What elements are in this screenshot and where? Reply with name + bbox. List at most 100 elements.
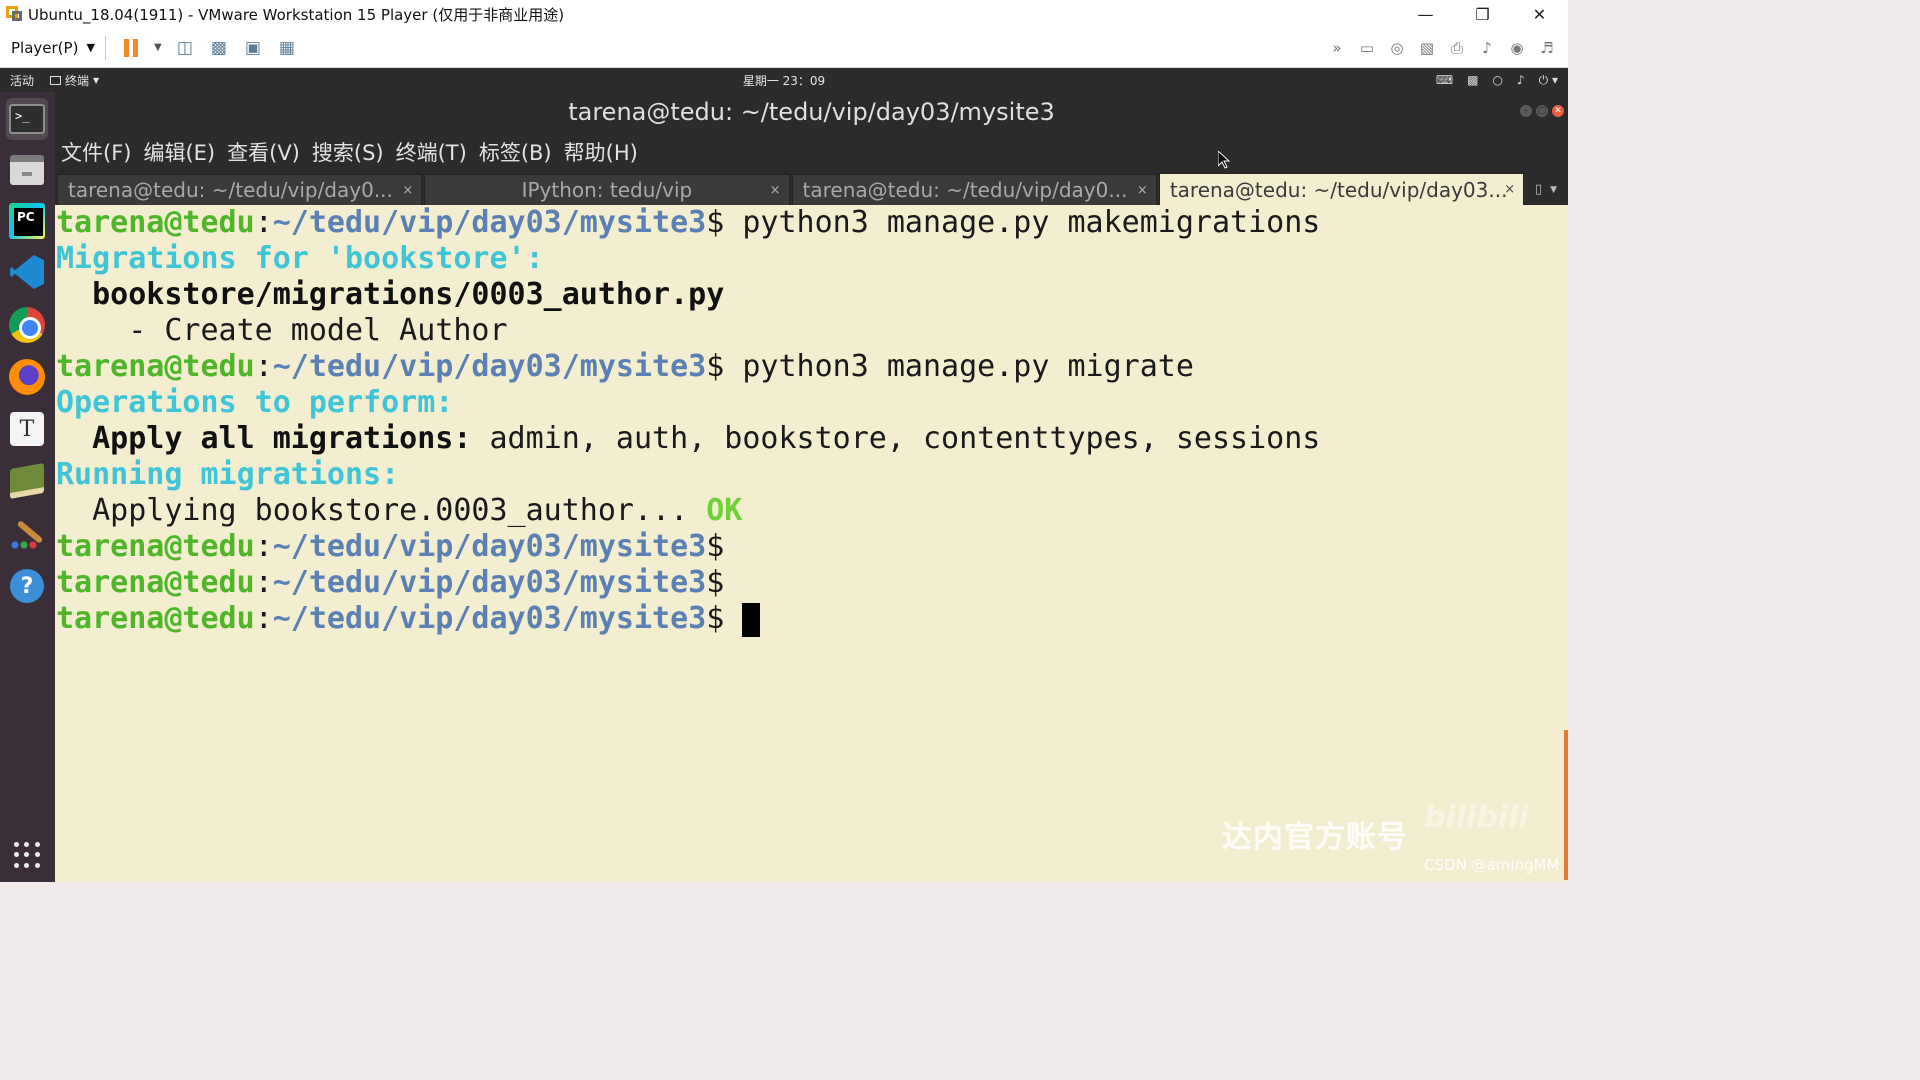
tab-terminal-3[interactable]: tarena@tedu: ~/tedu/vip/day0... × — [791, 174, 1157, 205]
pause-icon[interactable] — [118, 35, 144, 61]
menu-terminal[interactable]: 终端(T) — [396, 137, 467, 167]
dock-files[interactable] — [6, 149, 48, 191]
maximize-icon[interactable]: □ — [1536, 105, 1548, 117]
typora-icon: T — [10, 412, 44, 446]
command-text: python3 manage.py makemigrations — [724, 205, 1321, 240]
prompt-user: tarena@tedu — [56, 349, 255, 384]
close-tab-icon[interactable]: × — [1504, 182, 1515, 197]
close-tab-icon[interactable]: × — [402, 183, 413, 198]
apply-migrations-line: Apply all migrations: admin, auth, books… — [56, 421, 1320, 457]
player-menu-button[interactable]: Player(P) ▼ — [11, 39, 95, 57]
power-icon[interactable]: ⏻ ▾ — [1539, 73, 1558, 88]
dock-ebook[interactable] — [6, 460, 48, 502]
close-tab-icon[interactable]: × — [770, 183, 781, 198]
vmware-title-bar: Ubuntu_18.04(1911) - VMware Workstation … — [0, 0, 1568, 28]
input-method-icon[interactable]: ⌨ — [1436, 73, 1453, 87]
sound-card-icon[interactable]: ♪ — [1475, 35, 1499, 61]
terminal-line-prompt: tarena@tedu:~/tedu/vip/day03/mysite3$ — [56, 529, 724, 565]
vmware-toolbar: Player(P) ▼ ▼ ◫ ▩ ▣ ▦ » ▭ ◎ ▧ ⎙ ♪ ◉ ♬ — [0, 28, 1568, 68]
ubuntu-dock: >_ T ? — [0, 92, 55, 882]
unity-mode-icon[interactable]: ▦ — [274, 35, 300, 61]
prompt-separator: : — [254, 529, 273, 564]
csdn-credit: CSDN @amingMM — [1424, 856, 1560, 874]
hard-disk-icon[interactable]: ▭ — [1355, 35, 1379, 61]
dock-chrome[interactable] — [6, 304, 48, 346]
close-tab-icon[interactable]: × — [1137, 183, 1148, 198]
volume-icon[interactable]: ♪ — [1517, 73, 1525, 87]
close-icon[interactable]: ✕ — [1552, 105, 1564, 117]
keyboard-icon[interactable]: ▩ — [1467, 73, 1478, 87]
more-devices-icon[interactable]: » — [1325, 35, 1349, 61]
menu-file[interactable]: 文件(F) — [61, 137, 131, 167]
activities-button[interactable]: 活动 — [10, 72, 34, 89]
ubuntu-top-bar: 活动 终端 ▼ 星期一 23：09 ⌨ ▩ ○ ♪ ⏻ ▾ — [0, 68, 1568, 92]
printer-icon[interactable]: ⎙ — [1445, 35, 1469, 61]
migrations-header: Migrations for 'bookstore': — [56, 241, 544, 276]
tab-terminal-1[interactable]: tarena@tedu: ~/tedu/vip/day0... × — [57, 174, 423, 205]
vmware-logo-icon — [4, 4, 24, 24]
minimize-icon[interactable]: — — [1397, 0, 1454, 28]
cd-dvd-icon[interactable]: ◎ — [1385, 35, 1409, 61]
dock-firefox[interactable] — [6, 356, 48, 398]
tab-list-dropdown-icon[interactable]: ▼ — [1550, 185, 1557, 195]
tab-label: IPython: tedu/vip — [521, 178, 693, 202]
dock-paint[interactable] — [6, 512, 48, 554]
ok-status: OK — [706, 493, 743, 528]
prompt-symbol: $ — [706, 565, 725, 600]
menu-tabs[interactable]: 标签(B) — [479, 137, 552, 167]
network-adapter-icon[interactable]: ▧ — [1415, 35, 1439, 61]
dock-typora[interactable]: T — [6, 408, 48, 450]
device-status-icons: » ▭ ◎ ▧ ⎙ ♪ ◉ ♬ — [1322, 28, 1562, 68]
command-text: python3 manage.py migrate — [724, 349, 1194, 384]
system-tray: ⌨ ▩ ○ ♪ ⏻ ▾ — [1436, 68, 1558, 92]
prompt-path: ~/tedu/vip/day03/mysite3 — [272, 205, 707, 240]
new-tab-icon[interactable]: ▯ — [1535, 182, 1542, 197]
dock-terminal[interactable]: >_ — [6, 98, 48, 140]
running-header: Running migrations: — [56, 457, 400, 492]
terminal-output[interactable]: tarena@tedu:~/tedu/vip/day03/mysite3$ py… — [55, 205, 1568, 882]
dock-help[interactable]: ? — [6, 565, 48, 607]
restore-icon[interactable]: ❐ — [1454, 0, 1511, 28]
terminal-menu-bar: 文件(F) 编辑(E) 查看(V) 搜索(S) 终端(T) 标签(B) 帮助(H… — [55, 132, 1568, 172]
network-icon[interactable]: ○ — [1493, 73, 1503, 87]
book-icon — [10, 463, 44, 499]
prompt-symbol: $ — [706, 349, 725, 384]
scrollbar-thumb[interactable] — [1564, 730, 1568, 880]
speaker-icon[interactable]: ♬ — [1535, 35, 1559, 61]
app-menu-terminal[interactable]: 终端 ▼ — [50, 72, 99, 89]
player-menu-label: Player(P) — [11, 38, 79, 57]
close-icon[interactable]: ✕ — [1511, 0, 1568, 28]
removable-devices-icon[interactable]: ▩ — [206, 35, 232, 61]
dock-pycharm[interactable] — [6, 200, 48, 242]
applying-line: Applying bookstore.0003_author... OK — [56, 493, 742, 529]
dock-vscode[interactable] — [6, 251, 48, 293]
chevron-down-icon: ▼ — [86, 41, 95, 54]
tab-ipython[interactable]: IPython: tedu/vip × — [424, 174, 790, 205]
minimize-icon[interactable]: – — [1520, 105, 1532, 117]
send-ctrl-alt-del-icon[interactable]: ◫ — [172, 35, 198, 61]
pause-dropdown-icon[interactable]: ▼ — [152, 35, 164, 61]
window-controls: — ❐ ✕ — [1397, 0, 1568, 28]
applying-text: Applying bookstore.0003_author... — [56, 493, 707, 528]
prompt-symbol: $ — [706, 601, 725, 636]
vscode-icon — [10, 255, 44, 289]
menu-view[interactable]: 查看(V) — [227, 137, 300, 167]
terminal-icon: >_ — [9, 104, 45, 134]
terminal-line-cmd1: tarena@tedu:~/tedu/vip/day03/mysite3$ py… — [56, 205, 1320, 241]
apply-label: Apply all migrations: — [56, 421, 472, 456]
fullscreen-icon[interactable]: ▣ — [240, 35, 266, 61]
show-applications-button[interactable] — [6, 834, 48, 876]
menu-search[interactable]: 搜索(S) — [312, 137, 384, 167]
clock-container: 星期一 23：09 — [0, 72, 1568, 89]
menu-help[interactable]: 帮助(H) — [564, 137, 638, 167]
terminal-line-current-prompt[interactable]: tarena@tedu:~/tedu/vip/day03/mysite3$ — [56, 601, 761, 637]
prompt-user: tarena@tedu — [56, 601, 255, 636]
clock[interactable]: 星期一 23：09 — [743, 74, 825, 88]
menu-edit[interactable]: 编辑(E) — [143, 137, 215, 167]
prompt-separator: : — [254, 601, 273, 636]
bilibili-logo: bilibili — [1424, 800, 1529, 835]
migration-action: - Create model Author — [56, 313, 508, 348]
app-grid-icon — [14, 842, 40, 868]
usb-device-icon[interactable]: ◉ — [1505, 35, 1529, 61]
tab-terminal-active[interactable]: tarena@tedu: ~/tedu/vip/day03... × — [1158, 173, 1525, 205]
